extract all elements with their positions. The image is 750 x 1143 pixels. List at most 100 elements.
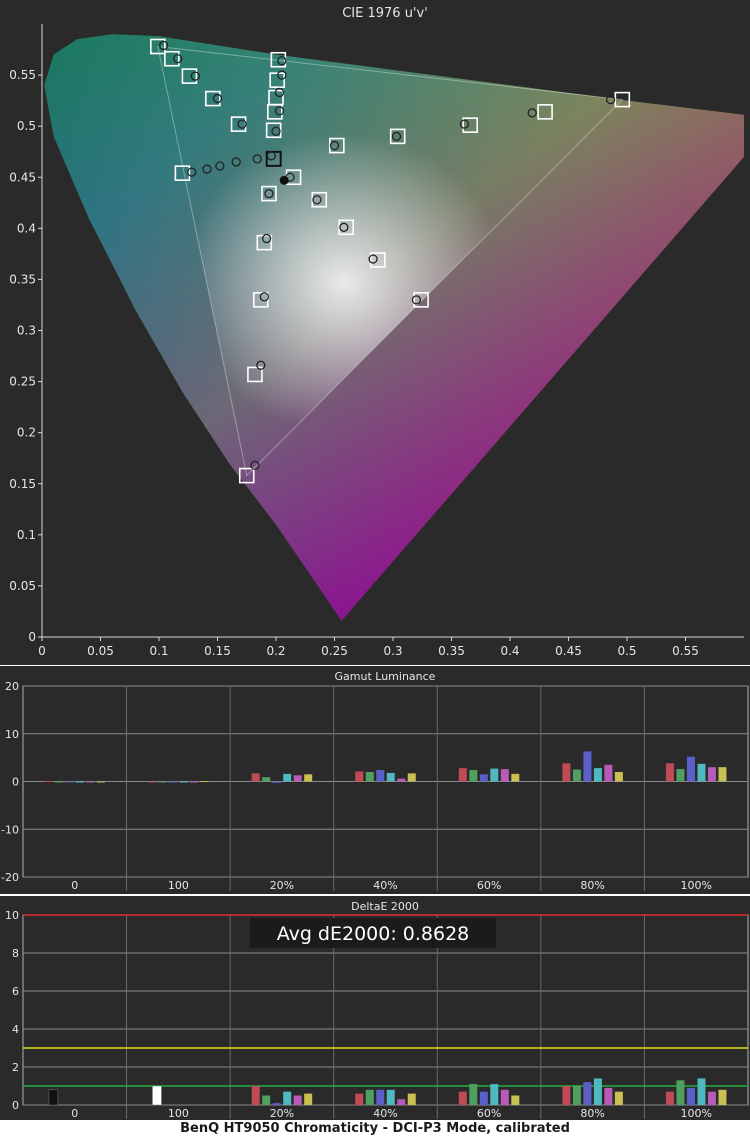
- bar: [562, 1086, 571, 1105]
- bar: [604, 764, 613, 782]
- y-tick-label: 2: [12, 1061, 19, 1074]
- category-label: 0: [71, 879, 78, 892]
- bar: [458, 768, 467, 782]
- bar: [458, 1091, 467, 1105]
- cie-y-tick-label: 0.5: [17, 119, 36, 133]
- bar: [65, 781, 74, 783]
- category-label: 100: [168, 1107, 189, 1120]
- bar: [479, 774, 488, 782]
- cie-chart: CIE 1976 u'v' 0 0.05 0.1 0.15 0.2 0.25 0.3 0.35…: [0, 0, 750, 665]
- bar: [562, 763, 571, 782]
- bar: [376, 1089, 385, 1105]
- bar: [572, 1086, 581, 1105]
- bar: [707, 767, 716, 782]
- bar: [407, 773, 416, 782]
- category-label: 60%: [477, 879, 501, 892]
- y-tick-label: 8: [12, 947, 19, 960]
- bar: [293, 775, 302, 782]
- bar: [676, 1080, 685, 1105]
- category-label: 80%: [580, 879, 604, 892]
- bar: [718, 1089, 727, 1105]
- category-label: 20%: [270, 1107, 294, 1120]
- bar: [148, 781, 157, 783]
- bar: [511, 773, 520, 782]
- cie-x-tick-label: 0.55: [672, 644, 699, 658]
- bar: [593, 768, 602, 782]
- bar: [665, 1091, 674, 1105]
- bar: [293, 1095, 302, 1105]
- cie-x-tick-label: 0.15: [204, 644, 231, 658]
- bar: [479, 1091, 488, 1105]
- bar: [355, 1093, 364, 1105]
- bar: [262, 777, 271, 782]
- bar: [718, 767, 727, 782]
- bar: [572, 769, 581, 782]
- bar: [511, 1095, 520, 1105]
- y-tick-label: 0: [12, 1099, 19, 1112]
- cie-x-tick-label: 0.25: [321, 644, 348, 658]
- cie-x-tick-label: 0.5: [617, 644, 636, 658]
- cie-y-tick-label: 0.4: [17, 221, 36, 235]
- y-tick-label: -20: [1, 871, 19, 884]
- bar: [272, 1103, 281, 1105]
- cie-x-tick-label: 0.45: [555, 644, 582, 658]
- bar: [583, 1082, 592, 1105]
- bar: [190, 781, 199, 783]
- category-label: 20%: [270, 879, 294, 892]
- bar: [251, 773, 260, 782]
- calibration-report: CIE 1976 u'v' 0 0.05 0.1 0.15 0.2 0.25 0.3 0.35…: [0, 0, 750, 1143]
- cie-x-tick-label: 0.35: [438, 644, 465, 658]
- bar: [407, 1093, 416, 1105]
- gamut-luminance-chart: Gamut Luminance 20100-10-200 100 20% 40% 60%…: [0, 666, 750, 894]
- bar: [686, 756, 695, 782]
- luminance-background: [0, 666, 750, 894]
- bar: [76, 781, 85, 783]
- cie-chart-title: CIE 1976 u'v': [342, 6, 428, 21]
- bar: [397, 778, 406, 782]
- category-label: 0: [71, 1107, 78, 1120]
- chart-canvas: CIE 1976 u'v' 0 0.05 0.1 0.15 0.2 0.25 0.3 0.35…: [0, 0, 750, 1120]
- bar: [490, 768, 499, 782]
- bar: [283, 1091, 292, 1105]
- cie-y-tick-label: 0.35: [9, 272, 36, 286]
- bar: [365, 771, 374, 782]
- cie-x-tick-label: 0.3: [383, 644, 402, 658]
- cie-y-tick-label: 0.2: [17, 426, 36, 440]
- bar: [158, 781, 167, 783]
- bar: [386, 772, 395, 782]
- category-label: 100: [168, 879, 189, 892]
- cie-y-tick-label: 0.15: [9, 477, 36, 491]
- bar: [697, 763, 706, 782]
- bar: [86, 781, 95, 783]
- bar: [44, 781, 53, 783]
- cie-y-tick-label: 0.45: [9, 170, 36, 184]
- cie-x-tick-label: 0.05: [87, 644, 114, 658]
- y-tick-label: 10: [5, 728, 19, 741]
- category-label: 100%: [680, 1107, 711, 1120]
- bar: [614, 771, 623, 782]
- cie-y-tick-label: 0.05: [9, 579, 36, 593]
- cie-x-tick-label: 0.4: [500, 644, 519, 658]
- luminance-chart-title: Gamut Luminance: [335, 670, 436, 683]
- bar: [262, 1095, 271, 1105]
- cie-x-tick-label: 0: [38, 644, 46, 658]
- avg-de-label: Avg dE2000: 0.8628: [277, 923, 470, 945]
- y-tick-label: 10: [5, 909, 19, 922]
- cie-y-tick-label: 0.3: [17, 324, 36, 338]
- bar: [665, 763, 674, 782]
- bar: [55, 781, 64, 783]
- cie-x-tick-label: 0.2: [266, 644, 285, 658]
- cie-x-tick-label: 0.1: [149, 644, 168, 658]
- y-tick-label: -10: [1, 823, 19, 836]
- y-tick-label: 4: [12, 1023, 19, 1036]
- bar: [200, 781, 209, 783]
- measured-white-point: [279, 175, 289, 185]
- y-tick-label: 6: [12, 985, 19, 998]
- y-tick-label: 0: [12, 776, 19, 789]
- bar: [251, 1086, 260, 1105]
- category-label: 40%: [373, 1107, 397, 1120]
- cie-y-tick-label: 0.55: [9, 68, 36, 82]
- bar: [697, 1078, 706, 1105]
- bar: [604, 1087, 613, 1105]
- deltae-chart-title: DeltaE 2000: [351, 900, 419, 913]
